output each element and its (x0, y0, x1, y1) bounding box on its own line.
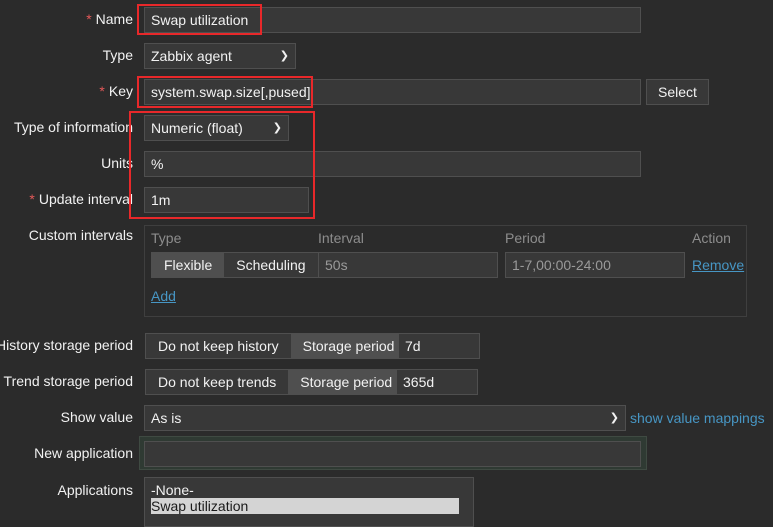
history-storage-period-option[interactable]: Storage period (290, 334, 407, 358)
applications-option[interactable]: -None- (151, 482, 467, 498)
applications-option-selected[interactable]: Swap utilization (151, 498, 459, 514)
type-label: Type (102, 47, 133, 63)
key-select-button[interactable]: Select (646, 79, 709, 105)
chevron-down-icon: ❯ (272, 122, 282, 134)
update-interval-field[interactable]: 1m (144, 187, 309, 213)
applications-label: Applications (57, 482, 134, 498)
scheduling-option[interactable]: Scheduling (224, 253, 318, 277)
remove-interval-link[interactable]: Remove (692, 257, 744, 273)
type-of-information-select[interactable]: Numeric (float) ❯ (144, 115, 289, 141)
chevron-down-icon: ❯ (279, 50, 289, 62)
trend-period-field[interactable]: 365d (396, 369, 478, 395)
show-value-label: Show value (60, 409, 133, 425)
do-not-keep-history-option[interactable]: Do not keep history (146, 334, 291, 358)
custom-interval-type-toggle: Flexible Scheduling (151, 252, 319, 278)
key-label: * Key (99, 83, 133, 99)
type-select[interactable]: Zabbix agent ❯ (144, 43, 296, 69)
flexible-option[interactable]: Flexible (152, 253, 225, 277)
history-storage-label: History storage period (0, 337, 133, 353)
name-label: * Name (86, 11, 133, 27)
new-application-field[interactable] (144, 441, 641, 467)
history-storage-toggle: Do not keep history Storage period (145, 333, 408, 359)
custom-intervals-type-header: Type (151, 230, 182, 246)
chevron-down-icon: ❯ (609, 412, 619, 424)
new-application-label: New application (34, 445, 133, 461)
custom-intervals-period-header: Period (505, 230, 546, 246)
update-interval-label: * Update interval (29, 191, 133, 207)
units-field[interactable]: % (144, 151, 641, 177)
show-value-mappings-link[interactable]: show value mappings (630, 410, 765, 426)
name-field[interactable]: Swap utilization (144, 7, 641, 33)
type-of-information-label: Type of information (13, 119, 133, 135)
show-value-select[interactable]: As is ❯ (144, 405, 626, 431)
units-label: Units (101, 155, 133, 171)
custom-intervals-interval-header: Interval (318, 230, 364, 246)
add-interval-link[interactable]: Add (151, 288, 176, 304)
history-period-field[interactable]: 7d (398, 333, 480, 359)
key-field[interactable]: system.swap.size[,pused] (144, 79, 641, 105)
custom-intervals-action-header: Action (692, 230, 731, 246)
do-not-keep-trends-option[interactable]: Do not keep trends (146, 370, 289, 394)
trend-storage-toggle: Do not keep trends Storage period (145, 369, 406, 395)
custom-intervals-label: Custom intervals (28, 227, 133, 243)
custom-period-field[interactable]: 1-7,00:00-24:00 (505, 252, 685, 278)
trend-storage-period-option[interactable]: Storage period (288, 370, 405, 394)
trend-storage-label: *Trend storage period (3, 373, 133, 389)
custom-interval-field[interactable]: 50s (318, 252, 498, 278)
